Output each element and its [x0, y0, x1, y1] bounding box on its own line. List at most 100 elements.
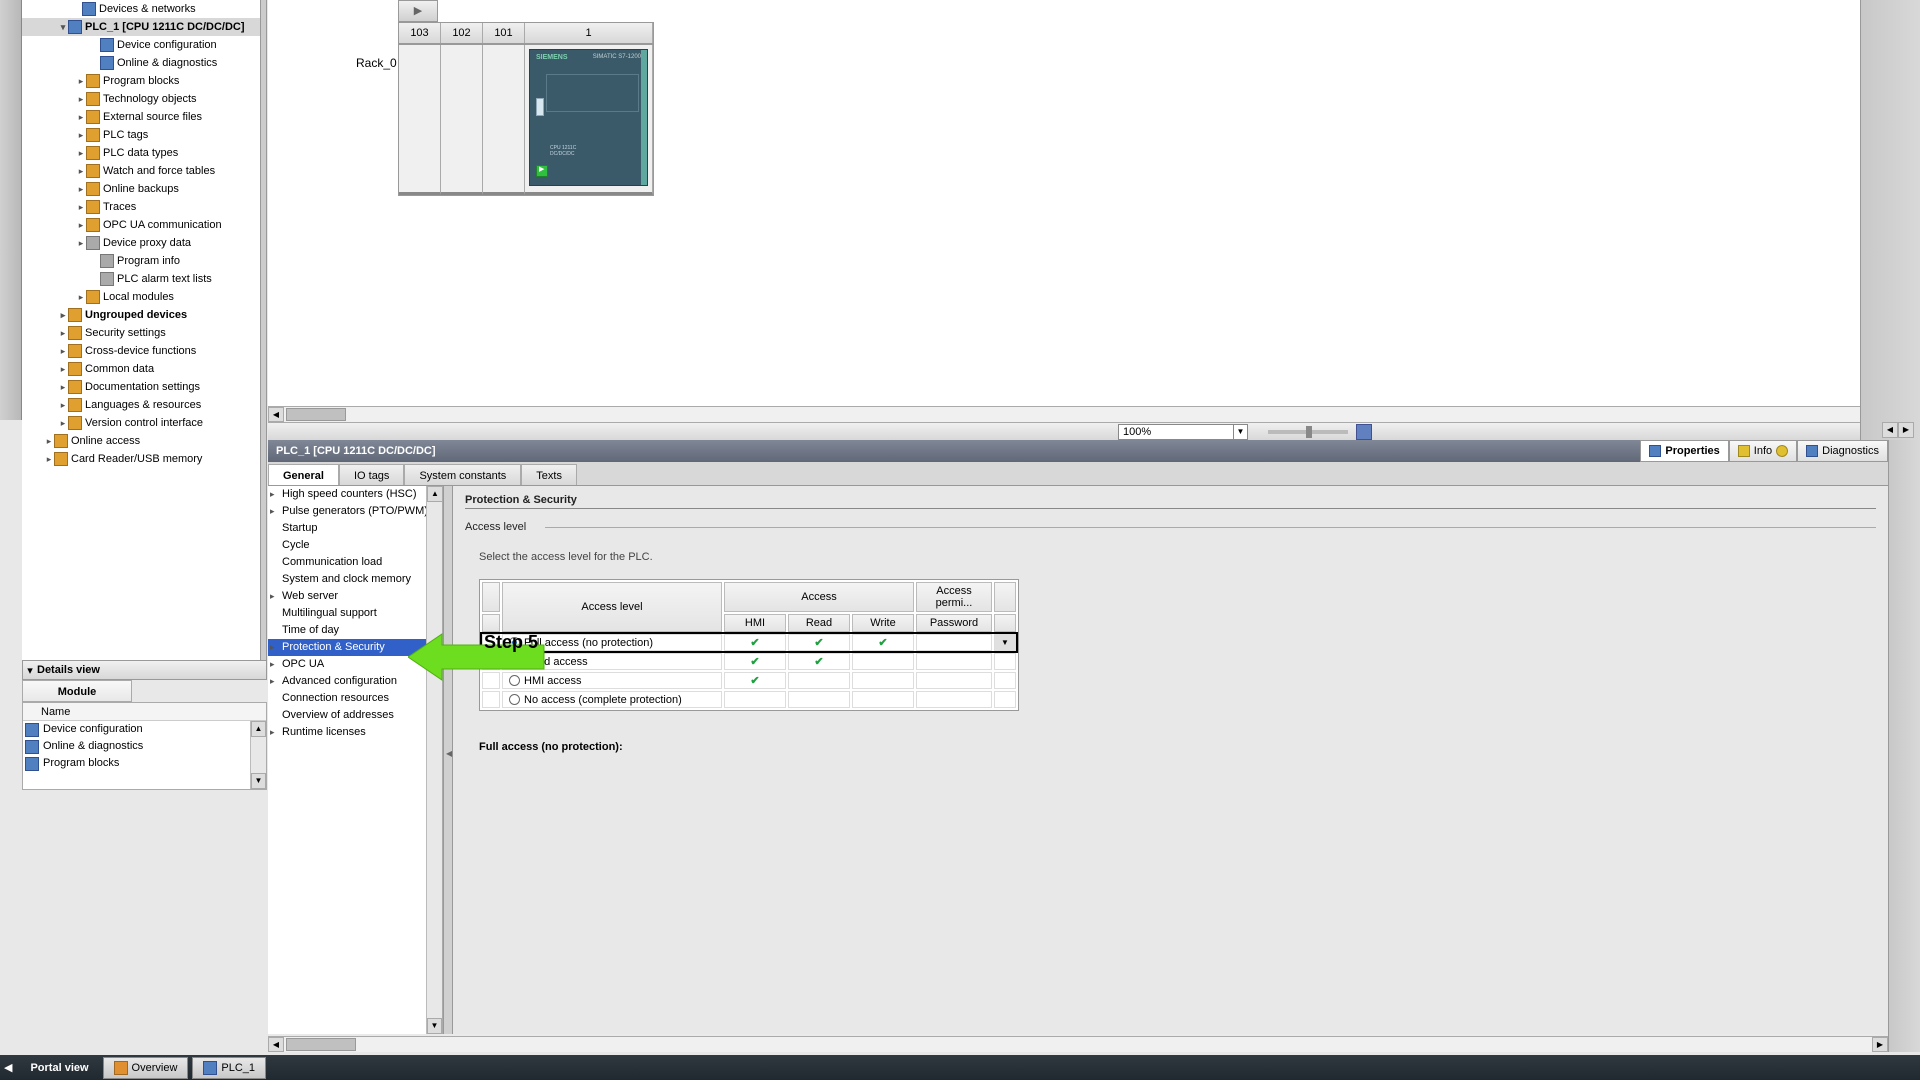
- properties-tab-diagnostics[interactable]: Diagnostics: [1797, 440, 1888, 462]
- radio-button[interactable]: [509, 637, 520, 648]
- rack-nav-button[interactable]: ▶: [398, 0, 438, 22]
- prop-nav-item[interactable]: OPC UA: [268, 656, 442, 673]
- subtab-system-constants[interactable]: System constants: [404, 464, 521, 485]
- tree-item[interactable]: ▸PLC data types: [22, 144, 266, 162]
- scroll-right-icon[interactable]: ▶: [1872, 1037, 1888, 1052]
- device-view-canvas[interactable]: ▶ 1031021011 SIEMENS SIMATIC S7-1200 CPU…: [268, 0, 1920, 440]
- dropdown-icon[interactable]: ▼: [1233, 425, 1247, 439]
- tree-item[interactable]: Online & diagnostics: [22, 54, 266, 72]
- tree-item[interactable]: ▸Watch and force tables: [22, 162, 266, 180]
- device-hscrollbar[interactable]: ◀ ▶: [268, 406, 1920, 422]
- scroll-right-icon[interactable]: ▶: [1898, 422, 1914, 438]
- prop-nav-item[interactable]: Runtime licenses: [268, 724, 442, 741]
- scroll-down-icon[interactable]: ▼: [427, 1018, 442, 1034]
- zoom-select[interactable]: 100% ▼: [1118, 424, 1248, 440]
- tree-item[interactable]: ▸Version control interface: [22, 414, 266, 432]
- tree-item[interactable]: ▾PLC_1 [CPU 1211C DC/DC/DC]: [22, 18, 266, 36]
- prop-nav-item[interactable]: Startup: [268, 520, 442, 537]
- tree-item[interactable]: ▸Common data: [22, 360, 266, 378]
- properties-nav-scrollbar[interactable]: ▲ ▼: [426, 486, 442, 1034]
- prop-nav-item[interactable]: High speed counters (HSC): [268, 486, 442, 503]
- details-scrollbar[interactable]: ▲ ▼: [250, 721, 266, 789]
- portal-view-button[interactable]: Portal view: [20, 1057, 98, 1079]
- tree-item[interactable]: ▸PLC tags: [22, 126, 266, 144]
- prop-nav-item[interactable]: Overview of addresses: [268, 707, 442, 724]
- properties-tab-properties[interactable]: Properties: [1640, 440, 1728, 462]
- access-level-row[interactable]: Read access✔✔: [482, 653, 1016, 670]
- tree-item[interactable]: ▸Technology objects: [22, 90, 266, 108]
- tree-item[interactable]: ▸Local modules: [22, 288, 266, 306]
- module-tab[interactable]: Module: [22, 680, 132, 702]
- access-level-row[interactable]: Full access (no protection)✔✔✔▼: [482, 634, 1016, 651]
- prop-nav-item[interactable]: Time of day: [268, 622, 442, 639]
- scroll-left-icon[interactable]: ◀: [1882, 422, 1898, 438]
- plc-module[interactable]: SIEMENS SIMATIC S7-1200 CPU 1211CDC/DC/D…: [529, 49, 648, 186]
- access-level-row[interactable]: No access (complete protection): [482, 691, 1016, 708]
- subtab-general[interactable]: General: [268, 464, 339, 485]
- password-cell[interactable]: [916, 691, 992, 708]
- details-row[interactable]: Program blocks: [23, 755, 266, 772]
- tree-item[interactable]: ▸Cross-device functions: [22, 342, 266, 360]
- radio-button[interactable]: [509, 694, 520, 705]
- prop-nav-item[interactable]: System and clock memory: [268, 571, 442, 588]
- tree-item[interactable]: ▸Device proxy data: [22, 234, 266, 252]
- access-level-row[interactable]: HMI access✔: [482, 672, 1016, 689]
- rack-slot[interactable]: [441, 45, 483, 195]
- tree-item[interactable]: ▸Program blocks: [22, 72, 266, 90]
- details-row[interactable]: Online & diagnostics: [23, 738, 266, 755]
- tree-item[interactable]: Program info: [22, 252, 266, 270]
- plc-editor-tab[interactable]: PLC_1: [192, 1057, 266, 1079]
- zoom-slider[interactable]: [1268, 430, 1348, 434]
- tree-item[interactable]: Device configuration: [22, 36, 266, 54]
- scrollbar-thumb[interactable]: [286, 408, 346, 421]
- rack-slot-header[interactable]: 101: [483, 23, 525, 43]
- slider-handle[interactable]: [1306, 426, 1312, 438]
- prop-nav-item[interactable]: Multilingual support: [268, 605, 442, 622]
- right-collapsed-panel-top[interactable]: [1860, 0, 1920, 440]
- prop-nav-item[interactable]: Pulse generators (PTO/PWM): [268, 503, 442, 520]
- tree-item[interactable]: ▸Online backups: [22, 180, 266, 198]
- rack-slot[interactable]: SIEMENS SIMATIC S7-1200 CPU 1211CDC/DC/D…: [525, 45, 653, 195]
- tree-item[interactable]: ▸Languages & resources: [22, 396, 266, 414]
- rack-slot[interactable]: [483, 45, 525, 195]
- rack-slot-header[interactable]: 1: [525, 23, 653, 43]
- scroll-down-icon[interactable]: ▼: [251, 773, 266, 789]
- prop-nav-item[interactable]: Protection & Security: [268, 639, 442, 656]
- scroll-left-icon[interactable]: ◀: [268, 1037, 284, 1052]
- password-cell[interactable]: [916, 653, 992, 670]
- tree-item[interactable]: ▸Card Reader/USB memory: [22, 450, 266, 468]
- radio-button[interactable]: [509, 675, 520, 686]
- rack-slot[interactable]: [399, 45, 441, 195]
- details-view-header[interactable]: ▾ Details view: [22, 660, 267, 680]
- properties-tab-info[interactable]: Info: [1729, 440, 1797, 462]
- scroll-up-icon[interactable]: ▲: [251, 721, 266, 737]
- password-cell[interactable]: [916, 672, 992, 689]
- left-collapsed-tab[interactable]: [0, 0, 22, 420]
- tree-item[interactable]: Devices & networks: [22, 0, 266, 18]
- tree-item[interactable]: ▸Security settings: [22, 324, 266, 342]
- rack-slot-header[interactable]: 103: [399, 23, 441, 43]
- right-mini-hscroll[interactable]: ◀ ▶: [1882, 422, 1920, 438]
- rack-slot-header[interactable]: 102: [441, 23, 483, 43]
- tree-item[interactable]: PLC alarm text lists: [22, 270, 266, 288]
- tree-item[interactable]: ▸External source files: [22, 108, 266, 126]
- right-collapsed-panel-bottom[interactable]: [1888, 440, 1920, 1052]
- properties-hscrollbar[interactable]: ◀ ▶: [268, 1036, 1888, 1052]
- tree-item[interactable]: ▸Traces: [22, 198, 266, 216]
- overview-tab[interactable]: Overview: [103, 1057, 189, 1079]
- subtab-texts[interactable]: Texts: [521, 464, 577, 485]
- tree-item[interactable]: ▸Online access: [22, 432, 266, 450]
- scroll-left-icon[interactable]: ◀: [268, 407, 284, 422]
- prop-nav-item[interactable]: Cycle: [268, 537, 442, 554]
- prop-nav-item[interactable]: Communication load: [268, 554, 442, 571]
- prop-nav-item[interactable]: Advanced configuration: [268, 673, 442, 690]
- zoom-fit-icon[interactable]: [1356, 424, 1372, 440]
- scrollbar-thumb[interactable]: [286, 1038, 356, 1051]
- tree-item[interactable]: ▸Documentation settings: [22, 378, 266, 396]
- tree-item[interactable]: ▸Ungrouped devices: [22, 306, 266, 324]
- tree-item[interactable]: ▸OPC UA communication: [22, 216, 266, 234]
- details-row[interactable]: Device configuration: [23, 721, 266, 738]
- dropdown-icon[interactable]: ▼: [994, 634, 1016, 651]
- properties-nav-collapse[interactable]: ◀: [443, 486, 453, 1034]
- radio-button[interactable]: [509, 656, 520, 667]
